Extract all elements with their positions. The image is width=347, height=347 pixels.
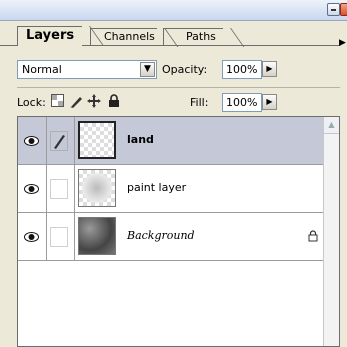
lock-label: Lock: bbox=[17, 96, 46, 109]
divider bbox=[46, 213, 47, 260]
chevron-down-icon[interactable]: ▼ bbox=[140, 62, 155, 77]
layer-thumbnail[interactable] bbox=[78, 169, 116, 207]
blend-mode-select[interactable]: Normal ▼ bbox=[17, 60, 157, 79]
palette-titlebar[interactable] bbox=[0, 0, 347, 21]
lock-all-icon[interactable] bbox=[106, 93, 121, 108]
layers-list: land paint layer Background ▲ bbox=[17, 116, 340, 347]
brush-icon[interactable] bbox=[50, 131, 68, 151]
eye-icon[interactable] bbox=[24, 135, 39, 147]
link-cell[interactable] bbox=[50, 179, 68, 199]
layers-scrollbar[interactable]: ▲ bbox=[323, 117, 339, 346]
link-cell[interactable] bbox=[50, 227, 68, 247]
layer-row[interactable]: Background bbox=[18, 213, 323, 261]
fill-slider-button[interactable]: ▶ bbox=[262, 94, 277, 110]
close-icon[interactable] bbox=[340, 3, 347, 16]
layer-thumbnail[interactable] bbox=[78, 121, 116, 159]
layer-thumbnail[interactable] bbox=[78, 217, 116, 255]
tab-bar: Paths Channels Layers ▶ bbox=[0, 20, 347, 48]
divider bbox=[17, 87, 340, 88]
opacity-label: Opacity: bbox=[162, 63, 208, 76]
divider bbox=[46, 117, 47, 164]
layer-row[interactable]: paint layer bbox=[18, 165, 323, 213]
divider bbox=[74, 117, 75, 164]
divider bbox=[74, 165, 75, 212]
opacity-slider-button[interactable]: ▶ bbox=[262, 61, 277, 77]
fill-value: 100% bbox=[226, 96, 258, 109]
fill-field[interactable]: 100% bbox=[222, 93, 262, 112]
tab-layers[interactable]: Layers bbox=[17, 26, 82, 46]
opacity-value: 100% bbox=[226, 63, 258, 76]
blend-mode-value: Normal bbox=[22, 63, 62, 76]
tab-channels-label: Channels bbox=[104, 30, 155, 43]
lock-image-brush-icon[interactable] bbox=[68, 93, 83, 108]
tab-paths-label: Paths bbox=[186, 30, 216, 43]
minimize-icon[interactable] bbox=[327, 3, 340, 16]
layer-name[interactable]: Background bbox=[127, 229, 195, 242]
tab-layers-label: Layers bbox=[26, 28, 75, 43]
lock-icon bbox=[308, 230, 318, 245]
layer-name[interactable]: paint layer bbox=[127, 181, 186, 194]
scroll-up-icon[interactable]: ▲ bbox=[324, 117, 339, 134]
palette-menu-arrow-icon[interactable]: ▶ bbox=[339, 38, 346, 48]
layers-palette: Paths Channels Layers ▶ Normal ▼ Opacity… bbox=[0, 0, 347, 347]
eye-icon[interactable] bbox=[24, 231, 39, 243]
divider bbox=[46, 165, 47, 212]
layer-name[interactable]: land bbox=[127, 133, 154, 146]
divider bbox=[74, 213, 75, 260]
eye-icon[interactable] bbox=[24, 183, 39, 195]
fill-label: Fill: bbox=[190, 96, 209, 109]
lock-position-move-icon[interactable] bbox=[86, 93, 101, 108]
lock-transparency-icon[interactable] bbox=[50, 93, 65, 108]
layer-row[interactable]: land bbox=[18, 117, 323, 165]
opacity-field[interactable]: 100% bbox=[222, 60, 262, 79]
